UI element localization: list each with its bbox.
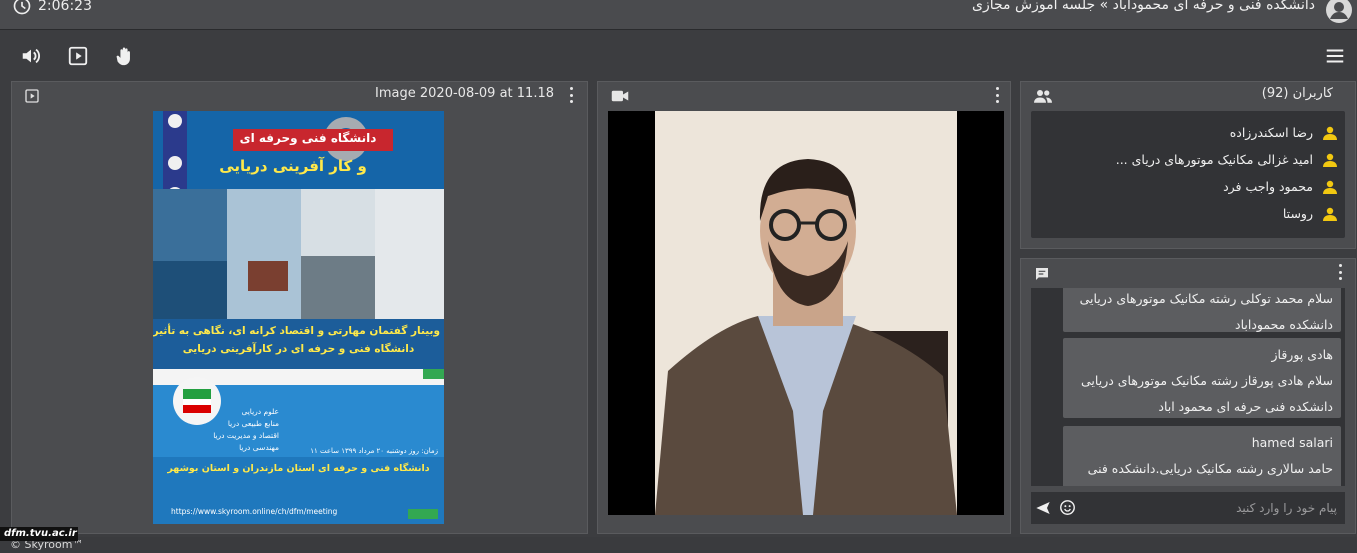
- chat-message-text: سلام محمد توکلی رشته مکانیک موتورهای دری…: [1079, 291, 1333, 332]
- video-menu-icon[interactable]: [994, 87, 1000, 103]
- speaker-icon: [22, 48, 40, 64]
- chat-message: hamed salari حامد سالاری رشته مکانیک دری…: [1063, 426, 1341, 486]
- poster-heading-2: و کار آفرینی دریایی: [219, 157, 367, 175]
- users-group-icon: [1034, 90, 1052, 103]
- user-icon: [1323, 126, 1337, 140]
- speaker-button[interactable]: [18, 43, 44, 69]
- poster-webinar-line-1: وبینار گفتمان مهارتی و اقتصاد کرانه ای، …: [153, 325, 440, 337]
- poster-topic-item: اقتصاد و مدیریت دریا: [213, 431, 279, 440]
- user-item[interactable]: محمود واجب فرد: [1031, 173, 1345, 200]
- emoji-icon[interactable]: [1059, 499, 1076, 516]
- users-list: رضا اسکندرزاده امید غزالی مکانیک موتورها…: [1031, 111, 1345, 238]
- toolbar: [0, 31, 1357, 79]
- poster-heading-1: دانشگاه فنی وحرفه ای: [239, 131, 377, 145]
- timer-text: 2:06:23: [38, 0, 92, 14]
- poster-topic-item: مهندسی دریا: [239, 443, 279, 452]
- poster-topic-item: منابع طبیعی دریا: [227, 419, 279, 428]
- user-name: روستا: [1282, 206, 1313, 221]
- video-header: [598, 82, 1010, 108]
- user-icon: [1323, 180, 1337, 194]
- users-header: کاربران (92): [1021, 82, 1355, 108]
- poster-webinar-line-2: دانشگاه فنی و حرفه ای در کارآفرینی دریای…: [182, 343, 415, 355]
- chat-message-author: هادی پورقاز: [1271, 347, 1333, 362]
- user-item[interactable]: امید غزالی مکانیک موتورهای دریای ...: [1031, 146, 1345, 173]
- chat-message: سلام محمد توکلی رشته مکانیک موتورهای دری…: [1063, 288, 1341, 332]
- presentation-header: Image 2020-08-09 at 11.18: [12, 82, 587, 108]
- chat-input-bar: [1031, 492, 1345, 524]
- user-item[interactable]: رضا اسکندرزاده: [1031, 119, 1345, 146]
- chat-menu-icon[interactable]: [1337, 264, 1343, 280]
- chat-message: هادی پورقاز سلام هادی پورقاز رشته مکانیک…: [1063, 338, 1341, 418]
- chat-messages[interactable]: سلام محمد توکلی رشته مکانیک موتورهای دری…: [1031, 288, 1345, 486]
- presentation-menu-icon[interactable]: [568, 87, 574, 103]
- menu-icon: [1326, 49, 1344, 63]
- users-title: کاربران (92): [1261, 86, 1333, 101]
- chat-message-text: حامد سالاری رشته مکانیک دریایی.دانشکده ف…: [1087, 461, 1333, 476]
- presentation-image: دانشگاه فنی وحرفه ای و کار آفرینی دریایی…: [153, 111, 444, 524]
- user-name: محمود واجب فرد: [1223, 179, 1313, 194]
- user-avatar-icon[interactable]: [1325, 0, 1353, 24]
- user-name: رضا اسکندرزاده: [1229, 125, 1313, 140]
- top-bar: 2:06:23 دانشکده فنی و حرفه ای محمودآباد …: [0, 0, 1357, 30]
- participant-video: [608, 111, 1004, 515]
- video-panel: [597, 81, 1011, 534]
- user-name: امید غزالی مکانیک موتورهای دریای ...: [1115, 152, 1313, 167]
- presentation-title: Image 2020-08-09 at 11.18: [375, 86, 554, 101]
- poster-topic-item: علوم دریایی: [241, 407, 279, 416]
- chat-message-text: سلام هادی پورقاز رشته مکانیک موتورهای در…: [1081, 373, 1333, 414]
- poster-organizer: دانشگاه فنی و حرفه ای استان مازندران و ا…: [167, 463, 430, 474]
- chat-panel: سلام محمد توکلی رشته مکانیک موتورهای دری…: [1020, 258, 1356, 534]
- user-icon: [1323, 207, 1337, 221]
- play-presentation-icon: [68, 46, 88, 66]
- user-icon: [1323, 153, 1337, 167]
- presentation-icon[interactable]: [24, 88, 40, 104]
- presentation-button[interactable]: [65, 43, 91, 69]
- main-menu-button[interactable]: [1322, 43, 1348, 69]
- users-panel: کاربران (92) رضا اسکندرزاده امید غزالی م…: [1020, 81, 1356, 249]
- video-feed: [608, 111, 1004, 515]
- user-item[interactable]: روستا: [1031, 200, 1345, 227]
- presentation-panel: Image 2020-08-09 at 11.18 دانشگاه فنی وح…: [11, 81, 588, 534]
- chat-message-input[interactable]: [1087, 498, 1337, 518]
- poster-topic-list: علوم دریایی منابع طبیعی دریا اقتصاد و مد…: [209, 406, 279, 454]
- video-camera-icon[interactable]: [611, 89, 629, 103]
- raise-hand-icon: [116, 47, 130, 66]
- send-icon[interactable]: [1035, 500, 1051, 516]
- chat-icon: [1036, 268, 1048, 280]
- site-watermark: dfm.tvu.ac.ir: [0, 527, 78, 541]
- footer-bar: [0, 537, 1357, 553]
- session-timer: 2:06:23: [12, 0, 92, 16]
- chat-header: [1021, 259, 1355, 285]
- raise-hand-button[interactable]: [112, 43, 138, 69]
- clock-icon: [13, 0, 31, 15]
- chat-message-author: hamed salari: [1251, 435, 1333, 450]
- poster-date: زمان: روز دوشنبه ۲۰ مرداد ۱۳۹۹ ساعت ۱۱: [310, 447, 438, 455]
- poster-url: https://www.skyroom.online/ch/dfm/meetin…: [171, 507, 338, 516]
- room-title: دانشکده فنی و حرفه ای محمودآباد » جلسه آ…: [972, 0, 1315, 13]
